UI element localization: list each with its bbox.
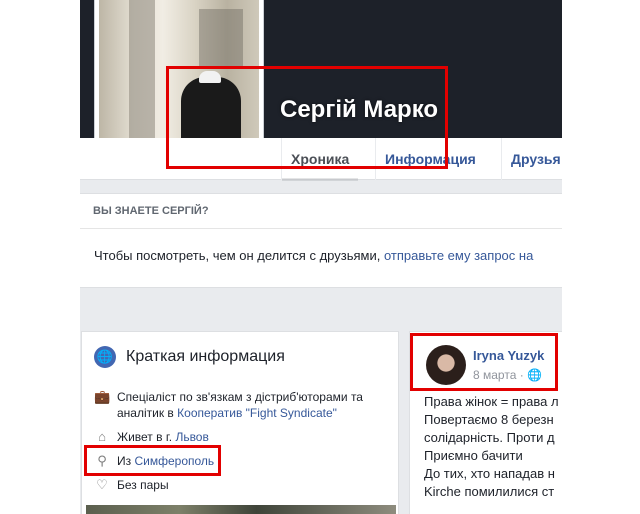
intro-title: Краткая информация [126, 348, 285, 365]
profile-photo [99, 0, 259, 159]
heart-icon: ♡ [96, 477, 108, 492]
post-body: Права жінок = права л Повертаємо 8 берез… [424, 393, 559, 501]
profile-page: Сергій Марко Хроника Информация Друзья В… [80, 0, 562, 514]
post-line: До тих, хто нападав н [424, 466, 555, 481]
post-author-name[interactable]: Iryna Yuzyk [473, 348, 544, 363]
lives-in-row: ⌂ Живет в г. Львов [94, 429, 384, 445]
post-line: Права жінок = права л [424, 394, 559, 409]
lives-in-text: Живет в г. Львов [117, 429, 209, 445]
post-line: Повертаємо 8 березн [424, 412, 554, 427]
post-line: солідарність. Проти д [424, 430, 555, 445]
relationship-text: Без пары [117, 478, 169, 492]
current-city-link[interactable]: Львов [175, 430, 208, 444]
friend-box-text: Чтобы посмотреть, чем он делится с друзь… [94, 248, 533, 263]
from-label: Из [117, 454, 132, 468]
friend-box-message: Чтобы посмотреть, чем он делится с друзь… [94, 248, 381, 263]
photos-preview[interactable] [86, 505, 396, 514]
friend-box-heading: ВЫ ЗНАЕТЕ СЕРГІЙ? [93, 205, 209, 217]
hometown-link[interactable]: Симферополь [134, 454, 214, 468]
from-text: Из Симферополь [117, 453, 214, 469]
lives-in-label: Живет в г. [117, 430, 173, 444]
tab-about[interactable]: Информация [375, 138, 485, 180]
work-text: Спеціаліст по зв'язкам з дістриб'юторами… [117, 389, 377, 421]
divider [80, 228, 562, 229]
employer-link[interactable]: Кооператив "Fight Syndicate" [177, 406, 337, 420]
post-card: Iryna Yuzyk 8 марта · 🌐 Права жінок = пр… [409, 331, 562, 514]
briefcase-icon: 💼 [94, 389, 111, 404]
home-icon: ⌂ [98, 429, 106, 444]
post-author-avatar[interactable] [426, 345, 466, 385]
from-row: ⚲ Из Симферополь [94, 453, 384, 469]
post-line: Kirche помилилися ст [424, 484, 555, 499]
friend-request-box: ВЫ ЗНАЕТЕ СЕРГІЙ? Чтобы посмотреть, чем … [80, 193, 562, 288]
public-globe-icon: 🌐 [527, 368, 542, 382]
globe-icon: 🌐 [94, 346, 116, 368]
profile-name[interactable]: Сергій Марко [280, 96, 438, 124]
relationship-row: ♡ Без пары [94, 477, 384, 493]
post-meta: 8 марта · 🌐 [473, 368, 542, 382]
intro-card: 🌐 Краткая информация 💼 Спеціаліст по зв'… [81, 331, 399, 514]
post-date[interactable]: 8 марта · [473, 368, 527, 382]
tab-timeline[interactable]: Хроника [281, 138, 359, 181]
location-pin-icon: ⚲ [97, 453, 107, 468]
tab-friends[interactable]: Друзья [501, 138, 562, 180]
post-line: Приємно бачити [424, 448, 523, 463]
work-row: 💼 Спеціаліст по зв'язкам з дістриб'ютора… [94, 389, 384, 421]
send-friend-request-link[interactable]: отправьте ему запрос на [384, 248, 533, 263]
profile-nav: Хроника Информация Друзья [80, 138, 562, 181]
